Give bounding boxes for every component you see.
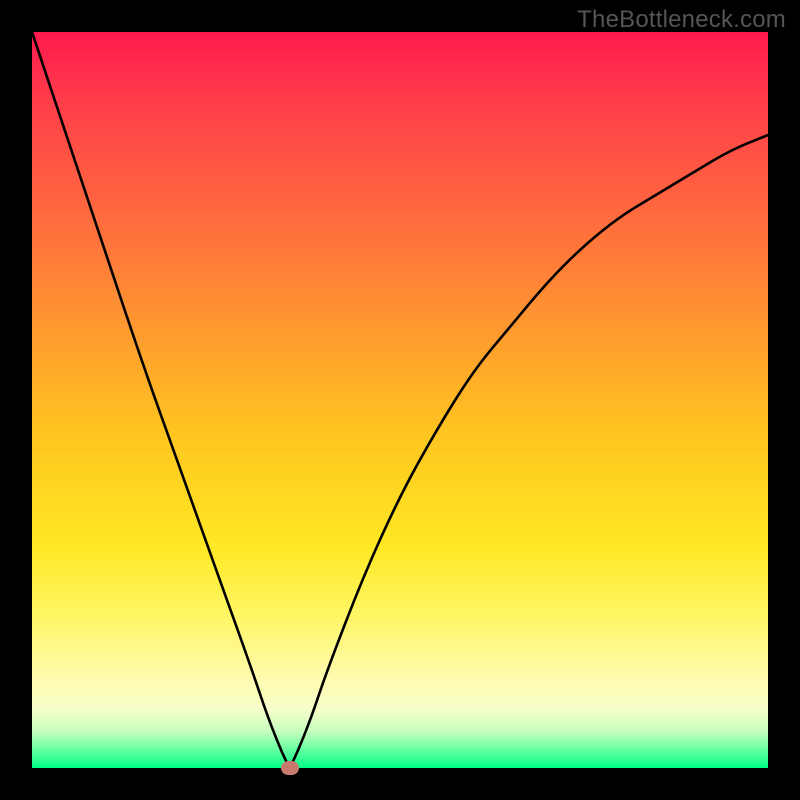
chart-container: TheBottleneck.com — [0, 0, 800, 800]
bottleneck-curve — [32, 32, 768, 768]
plot-area — [32, 32, 768, 768]
minimum-marker — [281, 761, 299, 775]
watermark-text: TheBottleneck.com — [577, 6, 786, 34]
